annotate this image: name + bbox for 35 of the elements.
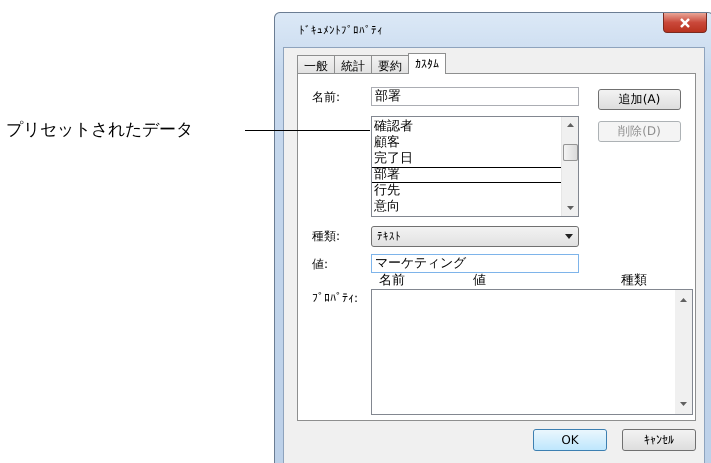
- dialog-button[interactable]: ｷｬﾝｾﾙ: [622, 429, 696, 451]
- column-header: 値: [473, 273, 487, 289]
- tab[interactable]: 一般: [297, 55, 335, 73]
- scroll-down-icon[interactable]: [566, 206, 574, 210]
- field-label: 名前:: [312, 89, 342, 106]
- close-icon: [680, 18, 690, 28]
- field-label: ﾌﾟﾛﾊﾟﾃｨ:: [312, 290, 360, 305]
- field-label: 種類:: [312, 228, 342, 245]
- dialog-button[interactable]: OK: [533, 429, 607, 451]
- close-button[interactable]: [663, 13, 707, 33]
- scroll-bar[interactable]: [675, 290, 692, 414]
- scroll-up-icon[interactable]: [680, 298, 687, 302]
- field-label: 値:: [312, 256, 330, 273]
- list-item[interactable]: 行先: [372, 183, 561, 199]
- list-item[interactable]: 確認者: [372, 119, 561, 135]
- column-header: 名前: [379, 273, 406, 289]
- tab[interactable]: ｶｽﾀﾑ: [408, 53, 446, 74]
- column-header: 種類: [621, 273, 648, 289]
- action-button[interactable]: 追加(A): [598, 89, 681, 110]
- annotation-label: プリセットされたデータ: [6, 119, 193, 141]
- list-item[interactable]: 意向: [372, 199, 561, 215]
- properties-list[interactable]: [371, 289, 693, 415]
- value-field[interactable]: マーケティング: [371, 254, 579, 273]
- tab[interactable]: 要約: [371, 55, 409, 73]
- list-item[interactable]: 顧客: [372, 135, 561, 151]
- tab[interactable]: 統計: [334, 55, 372, 73]
- scroll-thumb[interactable]: [562, 144, 578, 161]
- type-dropdown[interactable]: ﾃｷｽﾄ: [371, 226, 579, 247]
- scroll-bar[interactable]: [561, 117, 578, 216]
- name-field[interactable]: 部署: [371, 87, 579, 106]
- scroll-down-icon[interactable]: [680, 402, 687, 406]
- window-title: ﾄﾞｷｭﾒﾝﾄﾌﾟﾛﾊﾟﾃｨ: [299, 24, 384, 36]
- dropdown-arrow-icon: [565, 234, 573, 239]
- scroll-up-icon[interactable]: [566, 123, 574, 127]
- list-item[interactable]: 完了日: [372, 151, 561, 167]
